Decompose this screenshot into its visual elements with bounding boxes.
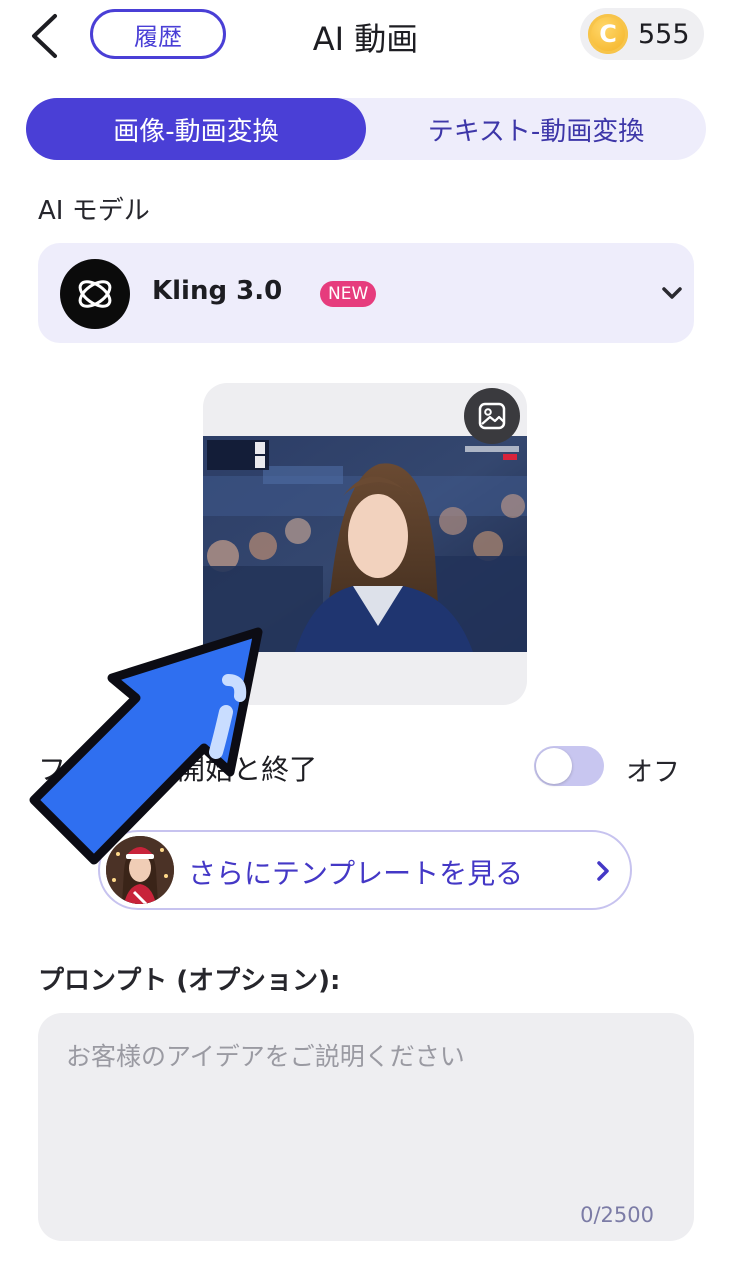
prompt-container: 0/2500: [38, 1013, 694, 1241]
chevron-right-icon: [597, 861, 609, 881]
image-icon: [478, 402, 506, 430]
change-image-button[interactable]: [464, 388, 520, 444]
new-badge: NEW: [320, 281, 377, 307]
tab-text-to-video[interactable]: テキスト-動画変換: [366, 98, 706, 160]
uploaded-photo: [203, 436, 527, 652]
frame-toggle[interactable]: [534, 746, 604, 786]
char-count: 0/2500: [580, 1203, 654, 1227]
more-templates-label: さらにテンプレートを見る: [188, 857, 524, 890]
mode-tabs: 画像-動画変換 テキスト-動画変換: [26, 98, 706, 160]
chevron-left-icon: [32, 14, 57, 58]
model-dropdown[interactable]: Kling 3.0 NEW: [38, 243, 694, 343]
prompt-input[interactable]: [66, 1037, 666, 1187]
more-templates-button[interactable]: さらにテンプレートを見る: [98, 830, 632, 910]
frame-start-end-label: フレームの開始と終了: [38, 753, 318, 786]
coin-icon: C: [588, 14, 628, 54]
coin-count: 555: [638, 18, 690, 50]
header-bar: 履歴 AI 動画 C 555: [0, 0, 731, 80]
kling-logo-icon: [60, 259, 130, 329]
ai-model-label: AI モデル: [38, 196, 150, 226]
image-upload-card[interactable]: [203, 383, 527, 705]
tab-image-to-video[interactable]: 画像-動画変換: [26, 98, 366, 160]
history-button[interactable]: 履歴: [90, 9, 226, 59]
toggle-state-label: オフ: [626, 757, 680, 788]
back-button[interactable]: [22, 12, 66, 60]
page-title: AI 動画: [312, 20, 419, 58]
toggle-knob: [536, 748, 572, 784]
coin-balance-badge[interactable]: C 555: [580, 8, 704, 60]
model-name: Kling 3.0: [152, 276, 283, 306]
template-avatar: [106, 836, 174, 904]
prompt-label: プロンプト (オプション):: [38, 966, 341, 996]
chevron-down-icon: [662, 287, 682, 299]
